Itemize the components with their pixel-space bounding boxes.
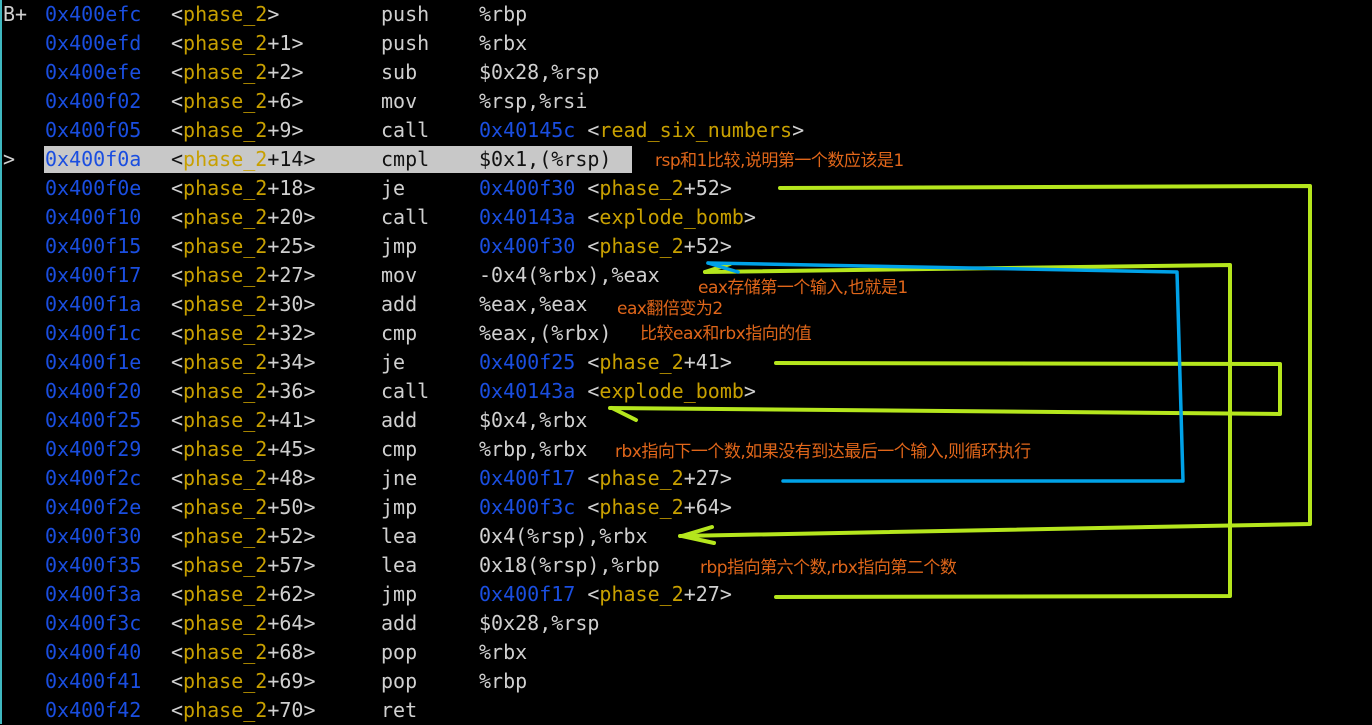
arrow-jmp-to-27 <box>703 263 1232 599</box>
jump-arrows <box>608 184 1312 599</box>
arrow-je-to-52 <box>678 184 1312 538</box>
arrow-jne-to-27 <box>706 261 1185 483</box>
